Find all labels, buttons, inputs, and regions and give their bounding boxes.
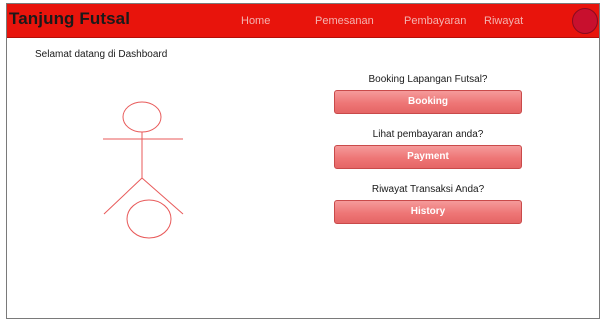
welcome-text: Selamat datang di Dashboard	[35, 49, 168, 60]
user-avatar-icon[interactable]	[572, 8, 598, 34]
top-navbar: Tanjung Futsal Home Pemesanan Pembayaran…	[7, 4, 599, 38]
stick-figure-icon	[103, 101, 184, 239]
booking-button[interactable]: Booking	[334, 90, 522, 114]
history-button[interactable]: History	[334, 200, 522, 224]
nav-link-pembayaran[interactable]: Pembayaran	[404, 15, 466, 27]
booking-prompt: Booking Lapangan Futsal?	[368, 74, 488, 85]
nav-link-riwayat[interactable]: Riwayat	[484, 15, 523, 27]
nav-link-pemesanan[interactable]: Pemesanan	[315, 15, 374, 27]
payment-button[interactable]: Payment	[334, 145, 522, 169]
brand-title[interactable]: Tanjung Futsal	[9, 9, 130, 29]
nav-link-home[interactable]: Home	[241, 15, 270, 27]
payment-prompt: Lihat pembayaran anda?	[372, 129, 484, 140]
app-window: Tanjung Futsal Home Pemesanan Pembayaran…	[6, 3, 600, 319]
history-prompt: Riwayat Transaksi Anda?	[371, 184, 485, 195]
